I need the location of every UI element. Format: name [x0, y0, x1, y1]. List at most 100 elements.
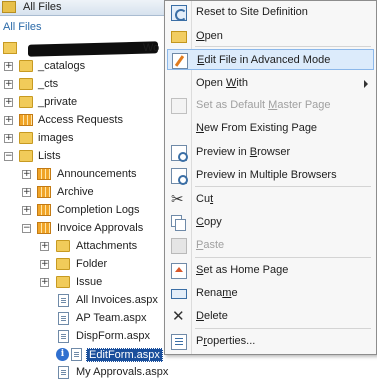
tree-item-archive[interactable]: + Archive: [0, 184, 160, 202]
copy-icon: [171, 215, 186, 231]
pane-title: All Files: [3, 21, 42, 33]
collapse-icon[interactable]: −: [22, 224, 31, 233]
label-text: Open: [196, 77, 226, 89]
folder-icon: [56, 276, 70, 288]
label-text: ew From Existing Page: [203, 122, 318, 134]
tree-item-announcements[interactable]: + Announcements: [0, 166, 160, 184]
menu-item-label: Open: [196, 30, 223, 42]
tree-item-completion-logs[interactable]: + Completion Logs: [0, 202, 160, 220]
expand-icon[interactable]: +: [22, 188, 31, 197]
menu-item-label: Set as Home Page: [196, 264, 288, 276]
label-text: dit File in Advanced Mode: [204, 54, 331, 66]
tab-all-files[interactable]: All Files: [0, 0, 164, 16]
label-text: et as Home Page: [203, 264, 289, 276]
access-key: M: [268, 99, 278, 111]
submenu-arrow-icon: [364, 80, 368, 88]
aspx-page-icon: [58, 294, 69, 307]
open-folder-icon: [171, 31, 187, 43]
tree-item-label: images: [38, 132, 74, 144]
tree-item-access-requests[interactable]: + Access Requests: [0, 112, 160, 130]
tree-item-site[interactable]: Wo: [0, 40, 170, 58]
menu-item-label: Rename: [196, 287, 238, 299]
tree-item-attachments[interactable]: + Attachments: [0, 238, 160, 256]
tree-item-label: Access Requests: [38, 114, 123, 126]
menu-item-label: Copy: [196, 216, 222, 228]
expand-icon[interactable]: +: [22, 170, 31, 179]
tree-item-label: Folder: [76, 258, 108, 270]
menu-item-open-with[interactable]: Open With: [167, 73, 374, 94]
menu-item-label: Delete: [196, 310, 228, 322]
reset-icon: [171, 5, 187, 21]
tree-item-label: DispForm.aspx: [76, 330, 150, 342]
menu-separator: [195, 46, 371, 47]
folder-icon: [19, 132, 33, 144]
list-icon: [37, 168, 51, 180]
expand-icon[interactable]: +: [40, 260, 49, 269]
label-text: elete: [203, 310, 228, 322]
expand-icon[interactable]: +: [40, 242, 49, 251]
expand-icon[interactable]: +: [40, 278, 49, 287]
tree-item-folder[interactable]: + Folder: [0, 256, 160, 274]
cut-icon: [171, 190, 187, 208]
tree-item-label: _cts: [38, 78, 59, 90]
menu-item-cut[interactable]: Cut: [167, 189, 374, 210]
menu-item-edit-file-in-advanced-mode[interactable]: Edit File in Advanced Mode: [167, 49, 374, 70]
tree-item-all-invoices[interactable]: All Invoices.aspx: [0, 292, 160, 310]
expand-icon[interactable]: +: [4, 80, 13, 89]
menu-item-preview-in-multiple-browsers[interactable]: Preview in Multiple Browsers: [167, 165, 374, 186]
redaction-bar: [28, 41, 158, 57]
tree-item-label: Lists: [38, 150, 61, 162]
tree-item-images[interactable]: + images: [0, 130, 160, 148]
folder-icon: [19, 78, 33, 90]
menu-item-rename[interactable]: Rename: [167, 283, 374, 304]
menu-item-label: Open With: [196, 77, 248, 89]
label-text: Preview in Multiple Browsers: [196, 169, 337, 181]
tree-item-my-approvals[interactable]: My Approvals.aspx: [0, 364, 168, 382]
menu-item-paste[interactable]: Paste: [167, 235, 374, 256]
tree-item-label: Invoice Approvals: [57, 222, 144, 234]
tree-item-ap-team[interactable]: AP Team.aspx: [0, 310, 160, 328]
access-key: O: [196, 30, 205, 42]
access-key: D: [196, 310, 204, 322]
access-key: W: [225, 77, 237, 89]
menu-item-reset-to-site-definition[interactable]: Reset to Site Definition: [167, 2, 374, 23]
menu-item-properties[interactable]: Properties...: [167, 331, 374, 352]
properties-icon: [171, 334, 187, 350]
menu-item-new-from-existing-page[interactable]: New From Existing Page: [167, 118, 374, 139]
tree-item-issue[interactable]: + Issue: [0, 274, 160, 292]
menu-item-copy[interactable]: Copy: [167, 212, 374, 233]
expand-icon[interactable]: +: [4, 134, 13, 143]
menu-separator: [195, 186, 371, 187]
menu-item-set-as-default-master-page[interactable]: Set as Default Master Page: [167, 95, 374, 116]
expand-icon[interactable]: +: [22, 206, 31, 215]
collapse-icon[interactable]: −: [4, 152, 13, 161]
tree-item-label: My Approvals.aspx: [76, 366, 169, 378]
menu-item-label: Reset to Site Definition: [196, 6, 308, 18]
menu-item-set-as-home-page[interactable]: Set as Home Page: [167, 260, 374, 281]
tree-item-lists[interactable]: − Lists: [0, 148, 160, 166]
tree-item-label: _private: [38, 96, 78, 108]
menu-item-label: Properties...: [196, 335, 255, 347]
menu-item-preview-in-browser[interactable]: Preview in Browser: [167, 142, 374, 163]
tree-item-catalogs[interactable]: + _catalogs: [0, 58, 160, 76]
expand-icon[interactable]: +: [4, 116, 13, 125]
tree-item-cts[interactable]: + _cts: [0, 76, 160, 94]
tree-item-private[interactable]: + _private: [0, 94, 160, 112]
rename-icon: [171, 289, 187, 299]
label-text: Cu: [196, 193, 211, 205]
delete-icon: [171, 307, 187, 325]
tree-item-dispform[interactable]: DispForm.aspx: [0, 328, 160, 346]
aspx-page-icon: [58, 312, 69, 325]
tree-item-editform[interactable]: i EditForm.aspx: [0, 346, 165, 364]
expand-icon[interactable]: +: [4, 62, 13, 71]
expand-icon[interactable]: +: [4, 98, 13, 107]
label-text: pen: [204, 30, 223, 42]
menu-item-delete[interactable]: Delete: [167, 306, 374, 327]
tree-item-label: Archive: [57, 186, 94, 198]
tree-item-label: _catalogs: [38, 60, 86, 72]
menu-item-open[interactable]: Open: [167, 26, 374, 47]
label-text: opy: [203, 216, 222, 228]
tree-item-invoice-approvals[interactable]: − Invoice Approvals: [0, 220, 160, 238]
label-text: Rena: [196, 287, 223, 299]
folder-icon: [56, 240, 70, 252]
